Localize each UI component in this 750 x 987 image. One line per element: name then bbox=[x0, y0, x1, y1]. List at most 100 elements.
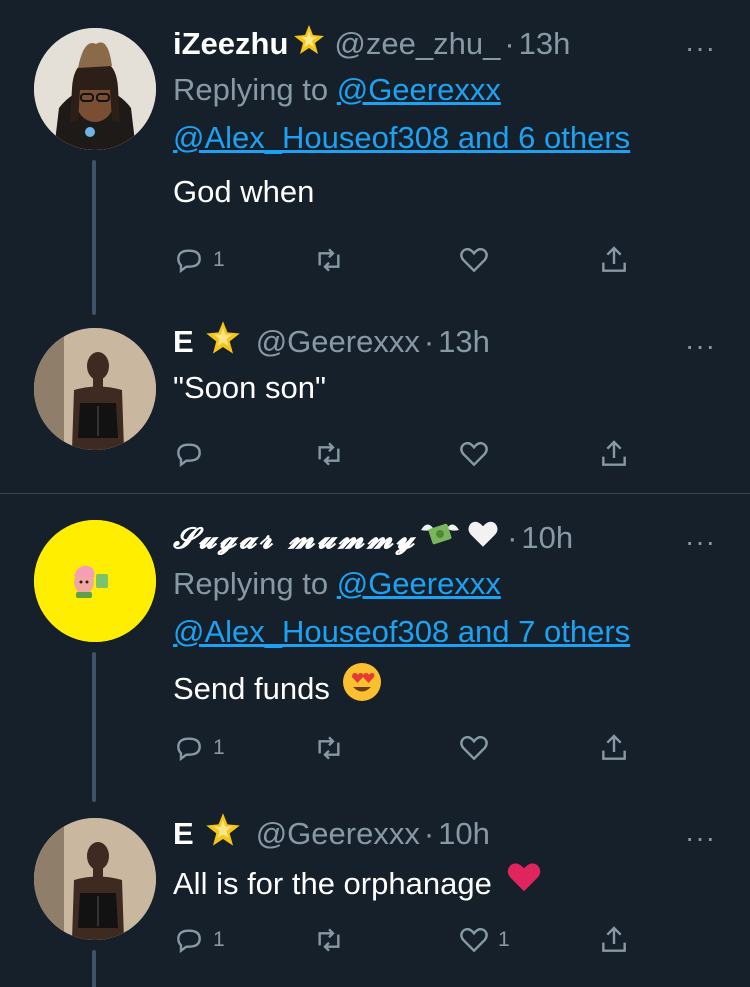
retweet-icon bbox=[318, 736, 340, 760]
reply-icon bbox=[177, 929, 201, 954]
heart-icon bbox=[460, 735, 488, 761]
retweet-button[interactable] bbox=[313, 924, 345, 956]
money-with-wings-icon bbox=[419, 516, 461, 560]
reply-icon bbox=[177, 249, 201, 274]
white-heart-icon bbox=[465, 517, 501, 559]
tweet-actions bbox=[173, 434, 643, 474]
share-button[interactable] bbox=[598, 924, 630, 956]
avatar[interactable] bbox=[34, 28, 156, 150]
thread-line bbox=[92, 652, 96, 802]
more-options-icon[interactable]: ··· bbox=[685, 824, 716, 852]
retweet-icon bbox=[318, 248, 340, 272]
heart-icon bbox=[460, 247, 488, 273]
avatar-image bbox=[34, 28, 156, 150]
user-handle[interactable]: @Geerexxx bbox=[256, 816, 420, 852]
tweet-header: 𝓢𝓾𝓰𝓪𝓻 𝓶𝓾𝓶𝓶𝔂 · 10h bbox=[173, 518, 720, 558]
share-icon bbox=[602, 440, 626, 466]
replying-prefix: Replying to bbox=[173, 72, 337, 107]
share-button[interactable] bbox=[598, 244, 630, 276]
like-button[interactable] bbox=[458, 732, 490, 764]
mention-others-link[interactable]: @Alex_Houseof308 and 6 others bbox=[173, 114, 720, 162]
separator-dot: · bbox=[423, 816, 435, 851]
like-button[interactable] bbox=[458, 244, 490, 276]
star-badge-icon bbox=[204, 811, 242, 857]
reply-icon bbox=[177, 737, 201, 762]
share-icon bbox=[602, 926, 626, 952]
tweet-header: E @Geerexxx · 13h bbox=[173, 319, 720, 365]
thread-line bbox=[92, 950, 96, 987]
display-name[interactable]: E bbox=[173, 816, 194, 852]
star-badge-icon bbox=[204, 319, 242, 365]
like-button[interactable]: 1 bbox=[458, 924, 510, 956]
tweet-header: E @Geerexxx · 10h bbox=[173, 811, 720, 857]
avatar-image bbox=[34, 520, 156, 642]
avatar[interactable] bbox=[34, 328, 156, 450]
tweet-text-content: All is for the orphanage bbox=[173, 866, 492, 901]
reply-count: 1 bbox=[213, 736, 225, 759]
display-name[interactable]: 𝓢𝓾𝓰𝓪𝓻 𝓶𝓾𝓶𝓶𝔂 bbox=[173, 521, 417, 556]
heart-icon bbox=[460, 927, 488, 953]
share-button[interactable] bbox=[598, 732, 630, 764]
tweet-text: God when bbox=[173, 168, 720, 216]
separator-dot: · bbox=[504, 26, 515, 61]
tweet-text: "Soon son" bbox=[173, 364, 720, 412]
tweet[interactable]: iZeezhu @zee_zhu_ · 13h ··· Replying to … bbox=[0, 0, 750, 320]
mention-link[interactable]: @Geerexxx bbox=[337, 72, 501, 107]
tweet-text-content: "Soon son" bbox=[173, 370, 327, 405]
timestamp[interactable]: 10h bbox=[521, 520, 573, 556]
replying-prefix: Replying to bbox=[173, 566, 337, 601]
tweet[interactable]: 𝓢𝓾𝓰𝓪𝓻 𝓶𝓾𝓶𝓶𝔂 · 10h ··· Replying to @Geere… bbox=[0, 494, 750, 809]
more-options-icon[interactable]: ··· bbox=[685, 528, 716, 556]
share-icon bbox=[602, 246, 626, 272]
tweet-actions: 1 bbox=[173, 728, 643, 768]
reply-button[interactable] bbox=[173, 438, 213, 470]
more-options-icon[interactable]: ··· bbox=[685, 34, 716, 62]
tweet-text-content: God when bbox=[173, 174, 315, 209]
mention-link[interactable]: @Geerexxx bbox=[337, 566, 501, 601]
like-count: 1 bbox=[498, 928, 510, 951]
retweet-button[interactable] bbox=[313, 438, 345, 470]
tweet-actions: 1 1 bbox=[173, 920, 643, 960]
retweet-button[interactable] bbox=[313, 732, 345, 764]
avatar-image bbox=[34, 328, 156, 450]
reply-button[interactable]: 1 bbox=[173, 924, 225, 956]
display-name[interactable]: iZeezhu bbox=[173, 26, 288, 62]
tweet-text-content: Send funds bbox=[173, 671, 330, 706]
share-button[interactable] bbox=[598, 438, 630, 470]
separator-dot: · bbox=[507, 520, 518, 555]
user-handle[interactable]: @Geerexxx bbox=[256, 324, 420, 360]
heart-eyes-emoji-icon bbox=[342, 662, 382, 716]
avatar[interactable] bbox=[34, 818, 156, 940]
retweet-button[interactable] bbox=[313, 244, 345, 276]
mention-others-link[interactable]: @Alex_Houseof308 and 7 others bbox=[173, 608, 720, 656]
tweet-text: All is for the orphanage bbox=[173, 858, 720, 910]
red-heart-icon bbox=[504, 858, 544, 910]
more-options-icon[interactable]: ··· bbox=[685, 332, 716, 360]
reply-button[interactable]: 1 bbox=[173, 244, 225, 276]
retweet-icon bbox=[318, 928, 340, 952]
heart-icon bbox=[460, 441, 488, 467]
display-name[interactable]: E bbox=[173, 324, 194, 360]
like-button[interactable] bbox=[458, 438, 490, 470]
timestamp[interactable]: 13h bbox=[519, 26, 571, 62]
user-handle[interactable]: @zee_zhu_ bbox=[334, 26, 500, 62]
reply-button[interactable]: 1 bbox=[173, 732, 225, 764]
reply-count: 1 bbox=[213, 248, 225, 271]
separator-dot: · bbox=[423, 324, 435, 359]
replying-to: Replying to @Geerexxx bbox=[173, 560, 720, 608]
timestamp[interactable]: 13h bbox=[438, 324, 490, 360]
retweet-icon bbox=[318, 442, 340, 466]
timestamp[interactable]: 10h bbox=[438, 816, 490, 852]
star-badge-icon bbox=[292, 23, 326, 65]
tweet-actions: 1 bbox=[173, 240, 643, 280]
replying-to: Replying to @Geerexxx bbox=[173, 66, 720, 114]
tweet[interactable]: E @Geerexxx · 10h ··· All is for the orp… bbox=[0, 800, 750, 987]
reply-count: 1 bbox=[213, 928, 225, 951]
share-icon bbox=[602, 734, 626, 760]
avatar-image bbox=[34, 818, 156, 940]
avatar[interactable] bbox=[34, 520, 156, 642]
reply-icon bbox=[177, 443, 201, 468]
thread-line bbox=[92, 160, 96, 315]
tweet[interactable]: E @Geerexxx · 13h ··· "Soon son" bbox=[0, 310, 750, 495]
tweet-text: Send funds bbox=[173, 662, 720, 716]
